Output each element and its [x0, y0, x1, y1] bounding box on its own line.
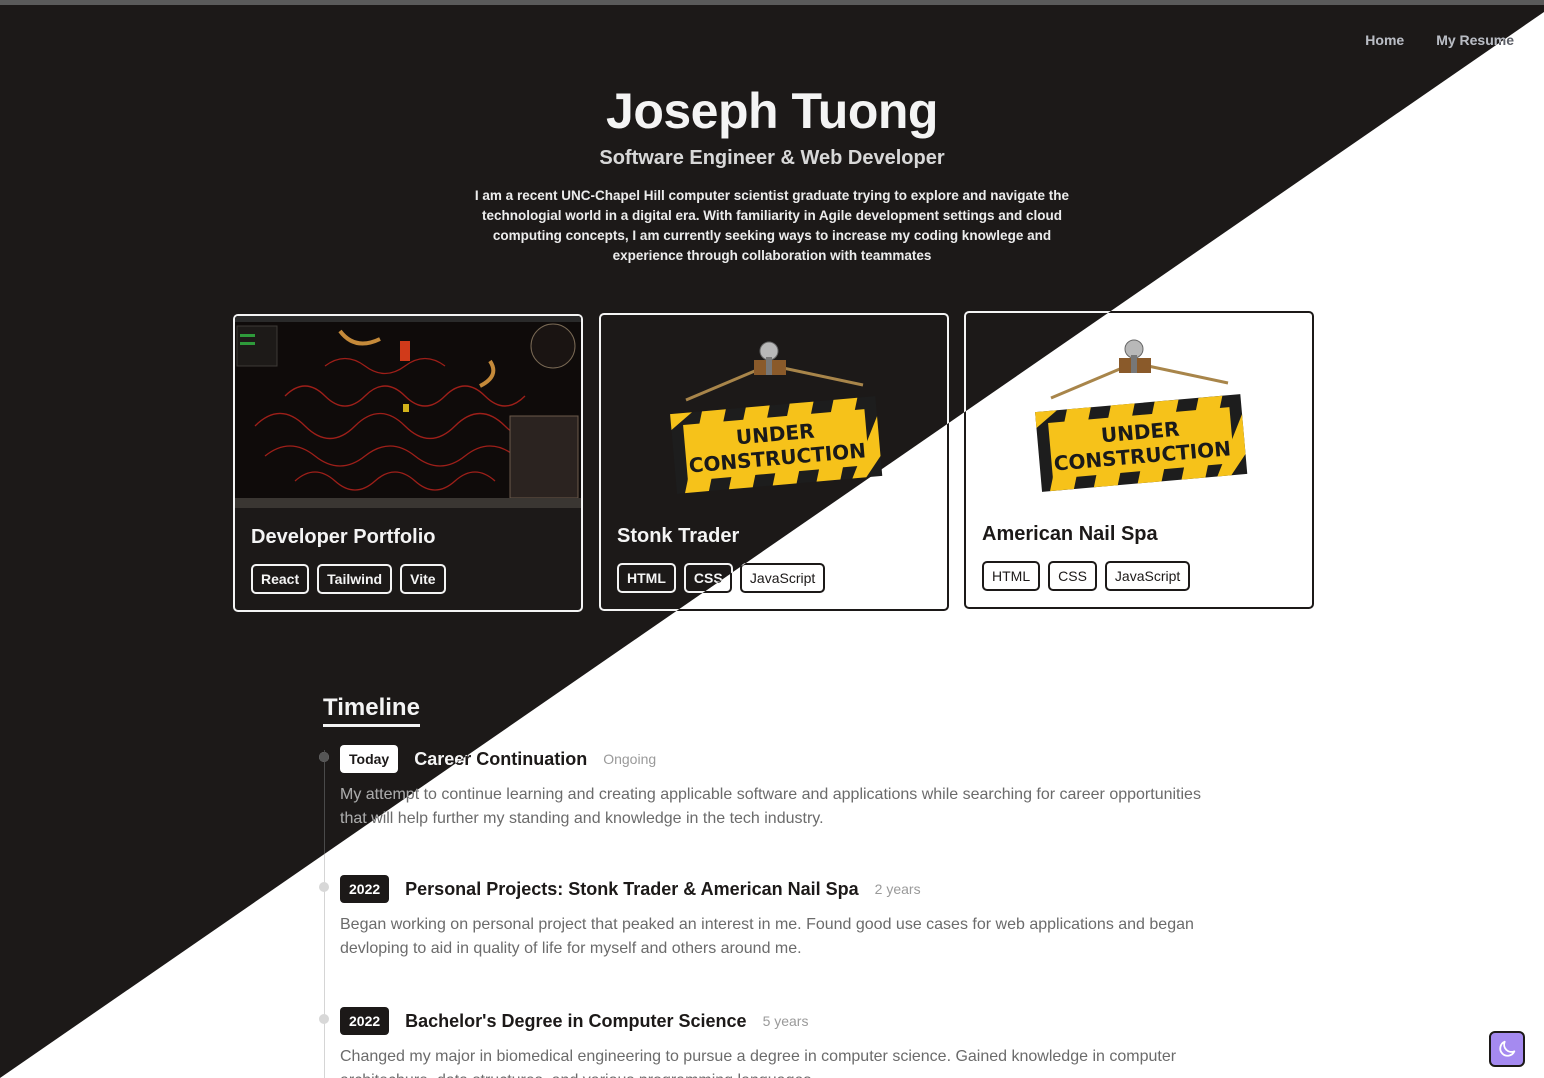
timeline-dot	[319, 882, 329, 892]
timeline-description: Began working on personal project that p…	[340, 916, 1194, 957]
timeline-description: My attempt to continue learning and crea…	[340, 786, 1201, 827]
project-title: Developer Portfolio	[251, 526, 436, 548]
tag-react: React	[251, 564, 310, 594]
timeline-entry: 2022 Personal Projects: Stonk Trader & A…	[319, 875, 1220, 961]
timeline-heading-dark: Timeline	[323, 694, 420, 727]
tag-javascript: JavaScript	[739, 563, 826, 593]
timeline-badge: 2022	[340, 1007, 390, 1035]
timeline-duration: Ongoing	[603, 751, 657, 767]
timeline-duration: 5 years	[762, 1013, 809, 1029]
hero-bio-dark: I am a recent UNC-Chapel Hill computer s…	[474, 188, 1070, 263]
timeline-duration: 2 years	[874, 881, 921, 897]
timeline-dot	[319, 752, 329, 762]
tag-tailwind: Tailwind	[317, 564, 393, 594]
project-title: American Nail Spa	[982, 523, 1158, 545]
top-nav-dark: Home My Resume	[1365, 32, 1514, 48]
timeline-badge: Today	[340, 745, 399, 773]
timeline-dot	[319, 1014, 329, 1024]
game-screenshot-image	[235, 316, 581, 508]
hero-title-dark: Software Engineer & Web Developer	[599, 147, 945, 169]
project-card-developer-portfolio-dark[interactable]: Developer Portfolio React Tailwind Vite	[233, 314, 583, 612]
tag-html: HTML	[982, 561, 1041, 591]
timeline-entry: Today Career Continuation Ongoing My att…	[319, 745, 1220, 831]
timeline-description: Changed my major in biomedical engineeri…	[340, 1048, 1177, 1078]
tag-html: HTML	[617, 563, 676, 593]
moon-icon	[1499, 1040, 1516, 1057]
tag-javascript: JavaScript	[1104, 561, 1191, 591]
timeline-entry: 2022 Bachelor's Degree in Computer Scien…	[319, 1007, 1220, 1078]
timeline-badge: 2022	[340, 875, 390, 903]
tag-vite: Vite	[400, 564, 446, 594]
nav-home-link-dark[interactable]: Home	[1365, 32, 1404, 48]
project-tags: React Tailwind Vite	[251, 564, 446, 594]
tag-css: CSS	[1048, 561, 1097, 591]
timeline-title: Personal Projects: Stonk Trader & Americ…	[405, 878, 859, 899]
hero-name-dark: Joseph Tuong	[606, 83, 938, 139]
timeline-title: Bachelor's Degree in Computer Science	[405, 1010, 747, 1031]
browser-top-edge	[0, 0, 1544, 5]
project-title: Stonk Trader	[617, 525, 740, 547]
project-tags: HTML CSS JavaScript	[982, 561, 1191, 591]
theme-toggle-button[interactable]	[1489, 1031, 1525, 1067]
